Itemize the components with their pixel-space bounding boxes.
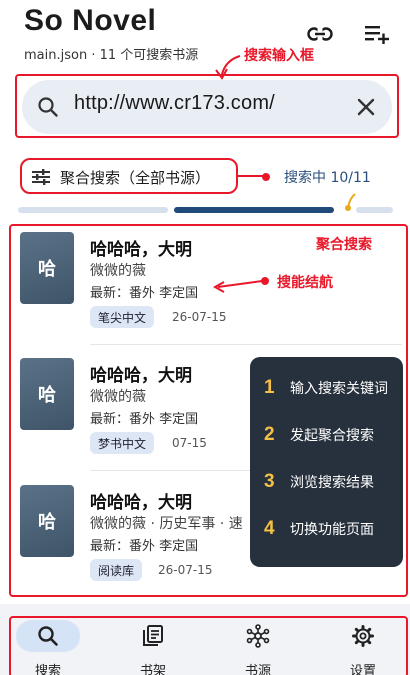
book-latest-chapter: 最新：番外 李定国	[90, 412, 199, 427]
guide-step: 1 输入搜索关键词	[264, 377, 388, 399]
app-subtitle: main.json · 11 个可搜索书源	[24, 48, 199, 63]
result-card[interactable]: 哈 哈哈哈，大明 微微的薇 最新：番外 李定国 笔尖中文 26-07-15	[20, 230, 400, 340]
guide-step: 2 发起聚合搜索	[264, 424, 374, 446]
search-input-value: http://www.cr173.com/	[74, 92, 275, 114]
guide-step-number: 3	[264, 471, 275, 492]
book-author: 微微的薇 · 历史军事 · 速	[90, 516, 243, 532]
book-title: 哈哈哈，大明	[90, 240, 192, 260]
search-input[interactable]: http://www.cr173.com/	[22, 80, 392, 134]
playlist-add-icon[interactable]	[364, 22, 390, 46]
search-status: 搜索中 10/11	[284, 170, 371, 186]
book-latest-chapter: 最新：番外 李定国	[90, 286, 199, 301]
book-title: 哈哈哈，大明	[90, 493, 192, 513]
search-icon	[38, 97, 58, 117]
update-date: 26-07-15	[172, 310, 227, 324]
annotation-nav-frame	[9, 616, 408, 675]
book-author: 微微的薇	[90, 389, 146, 405]
source-filter-button[interactable]: 聚合搜索（全部书源）	[20, 158, 238, 194]
book-cover: 哈	[20, 232, 74, 304]
book-author: 微微的薇	[90, 263, 146, 279]
guide-step-text: 切换功能页面	[290, 522, 374, 538]
guide-step-text: 发起聚合搜索	[290, 428, 374, 444]
guide-overlay: 1 输入搜索关键词 2 发起聚合搜索 3 浏览搜索结果 4 切换功能页面	[250, 357, 403, 567]
book-cover: 哈	[20, 485, 74, 557]
progress-fill	[174, 207, 334, 213]
progress-track-left	[18, 207, 168, 213]
book-cover: 哈	[20, 358, 74, 430]
app-title: So Novel	[24, 4, 157, 37]
search-progress-bar	[18, 207, 393, 213]
source-tag: 梦书中文	[90, 432, 155, 454]
book-title: 哈哈哈，大明	[90, 366, 192, 386]
guide-step: 4 切换功能页面	[264, 518, 374, 540]
guide-step-text: 浏览搜索结果	[290, 475, 374, 491]
close-icon[interactable]	[354, 95, 378, 119]
update-date: 07-15	[172, 436, 207, 450]
guide-step-text: 输入搜索关键词	[290, 381, 388, 397]
progress-track-right	[356, 207, 393, 213]
guide-step-number: 4	[264, 518, 275, 539]
guide-step-number: 1	[264, 377, 275, 398]
divider	[90, 344, 402, 345]
source-tag: 阅读库	[90, 559, 143, 581]
link-icon[interactable]	[307, 22, 333, 46]
update-date: 26-07-15	[158, 563, 213, 577]
source-filter-label: 聚合搜索（全部书源）	[60, 169, 211, 187]
guide-step: 3 浏览搜索结果	[264, 471, 374, 493]
book-latest-chapter: 最新：番外 李定国	[90, 539, 199, 554]
annotation-search-box-label: 搜索输入框	[244, 48, 314, 64]
guide-step-number: 2	[264, 424, 275, 445]
tune-icon	[32, 169, 50, 185]
source-tag: 笔尖中文	[90, 306, 155, 328]
